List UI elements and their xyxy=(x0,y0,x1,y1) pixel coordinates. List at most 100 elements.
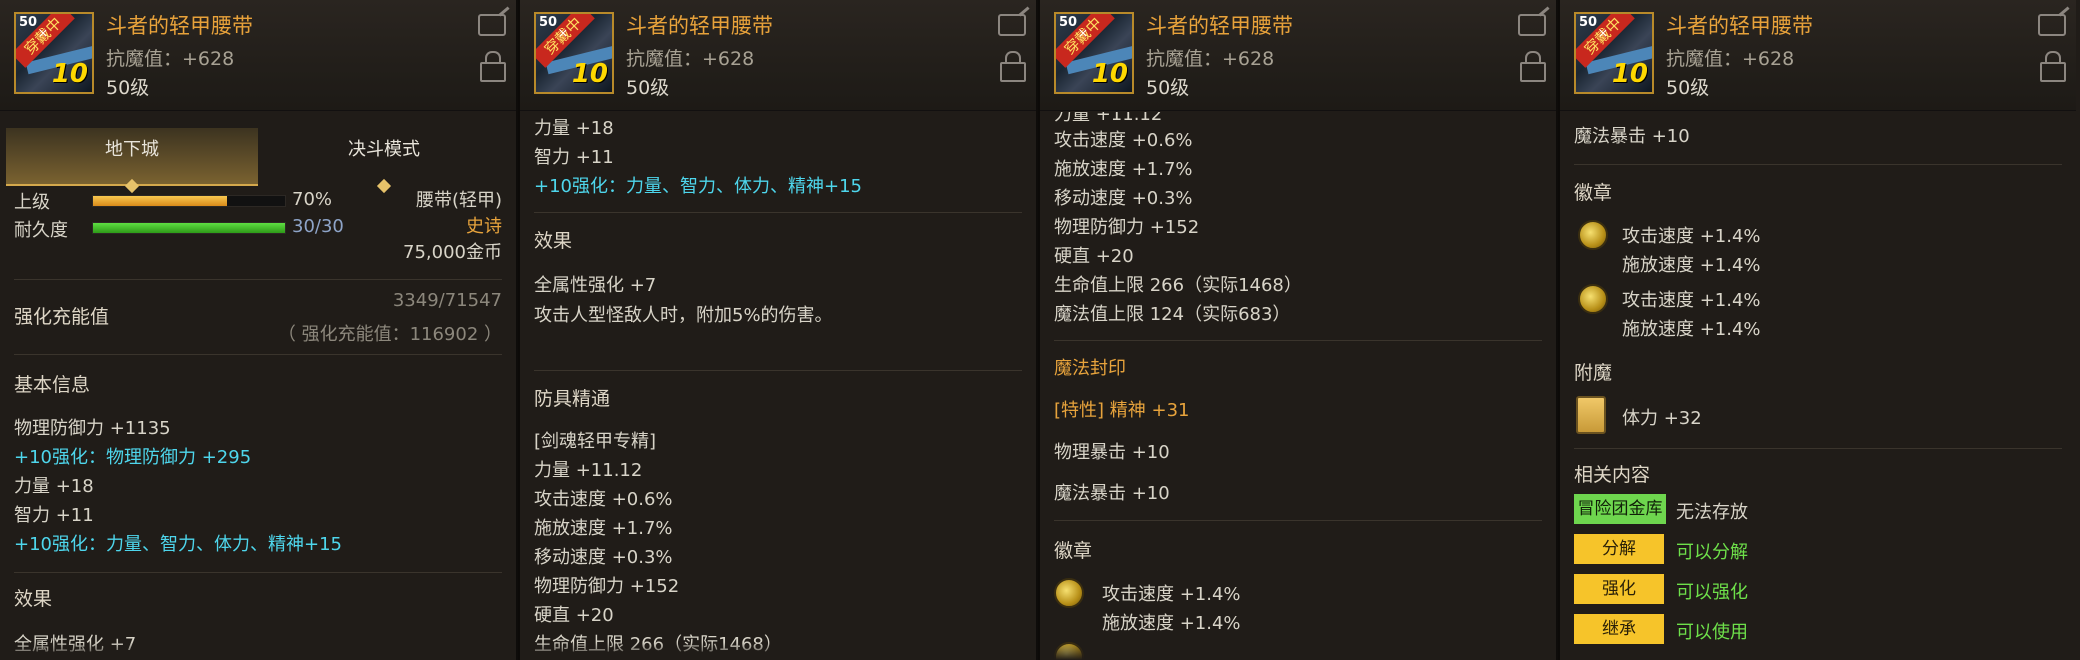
inherit-status: 可以使用 xyxy=(1676,622,1748,643)
tooltip-panel-4: 穿戴中 50 × 10 斗者的轻甲腰带 抗魔值：+628 50级 魔法暴击 +1… xyxy=(1560,0,2080,660)
mastery-line: 硬直 +20 xyxy=(534,605,614,626)
fade xyxy=(0,642,516,660)
item-title: 斗者的轻甲腰带 xyxy=(1146,14,1293,38)
guild-vault-button[interactable]: 冒险团金库 xyxy=(1574,494,1666,524)
item-level: 50级 xyxy=(1666,77,1710,99)
charge-value: 3349/71547 xyxy=(392,290,502,311)
item-icon[interactable]: 穿戴中 50 × 10 xyxy=(1054,12,1134,94)
durability-bar xyxy=(92,222,286,234)
disassemble-status: 可以分解 xyxy=(1676,542,1748,563)
item-level: 50级 xyxy=(626,77,670,99)
emblem-line: 施放速度 +1.4% xyxy=(1102,613,1241,634)
stat-line: 魔法暴击 +10 xyxy=(1574,126,1690,147)
charge-label: 强化充能值 xyxy=(14,306,110,328)
fade xyxy=(520,642,1036,660)
guild-vault-status: 无法存放 xyxy=(1676,502,1748,523)
mark-icon: × xyxy=(1598,26,1609,40)
seal-line: 魔法暴击 +10 xyxy=(1054,483,1170,504)
price: 75,000金币 xyxy=(403,242,502,263)
fade xyxy=(1040,642,1556,660)
stat-line: 物理防御力 +1135 xyxy=(14,418,171,439)
magic-resist: 抗魔值：+628 xyxy=(1666,48,1795,70)
tab-label: 地下城 xyxy=(105,139,159,160)
divider xyxy=(1574,448,2062,449)
magic-resist: 抗魔值：+628 xyxy=(1146,48,1275,70)
divider xyxy=(14,279,502,280)
item-icon[interactable]: 穿戴中 50 × 10 xyxy=(1574,12,1654,94)
enhance-button[interactable]: 强化 xyxy=(1574,574,1664,604)
stat-line: 魔法值上限 124（实际683） xyxy=(1054,304,1291,325)
panel-body: 地下城 决斗模式 上级 70% 耐久度 30/30 腰带(轻甲) 史诗 75,0… xyxy=(0,112,516,660)
share-icon[interactable] xyxy=(998,14,1026,36)
emblem-title: 徽章 xyxy=(1054,540,1093,562)
effect-title: 效果 xyxy=(534,230,573,252)
mastery-line: 移动速度 +0.3% xyxy=(534,547,673,568)
disassemble-button[interactable]: 分解 xyxy=(1574,534,1664,564)
stat-line: +10强化：物理防御力 +295 xyxy=(14,447,252,468)
grade-label: 上级 xyxy=(14,192,50,213)
related-title: 相关内容 xyxy=(1574,464,1651,486)
stat-line: 智力 +11 xyxy=(14,505,94,526)
emblem-icon[interactable] xyxy=(1578,220,1608,250)
item-icon[interactable]: 穿戴中 50 × 10 xyxy=(14,12,94,94)
enhance-status: 可以强化 xyxy=(1676,582,1748,603)
item-header: 穿戴中 50 × 10 斗者的轻甲腰带 抗魔值：+628 50级 xyxy=(1040,0,1556,111)
stat-line: 施放速度 +1.7% xyxy=(1054,159,1193,180)
stat-line-cut: 力量 +11.12 xyxy=(1054,112,1163,125)
enchant-card-icon[interactable] xyxy=(1576,396,1606,434)
stat-line: +10强化：力量、智力、体力、精神+15 xyxy=(534,176,862,197)
emblem-icon[interactable] xyxy=(1054,578,1084,608)
item-level: 50级 xyxy=(106,77,150,99)
tab-duel[interactable]: 决斗模式 xyxy=(258,128,510,194)
grade-bar xyxy=(92,195,286,207)
lock-icon[interactable] xyxy=(480,51,506,82)
effect-title: 效果 xyxy=(14,588,53,610)
seal-line: [特性] 精神 +31 xyxy=(1054,400,1190,421)
emblem-icon[interactable] xyxy=(1578,284,1608,314)
tooltip-panel-3: 穿戴中 50 × 10 斗者的轻甲腰带 抗魔值：+628 50级 力量 +11.… xyxy=(1040,0,1558,660)
divider xyxy=(14,354,502,355)
upgrade-level: 10 xyxy=(1611,59,1648,89)
divider xyxy=(534,370,1022,371)
grade-percent: 70% xyxy=(292,189,333,210)
panel-body: 力量 +11.12 攻击速度 +0.6% 施放速度 +1.7% 移动速度 +0.… xyxy=(1040,112,1556,660)
seal-title: 魔法封印 xyxy=(1054,358,1126,379)
item-header: 穿戴中 50 × 10 斗者的轻甲腰带 抗魔值：+628 50级 xyxy=(0,0,516,111)
stat-line: 物理防御力 +152 xyxy=(1054,217,1200,238)
item-title: 斗者的轻甲腰带 xyxy=(106,14,253,38)
upgrade-level: 10 xyxy=(571,59,608,89)
item-level: 50级 xyxy=(1146,77,1190,99)
lock-icon[interactable] xyxy=(1520,51,1546,82)
item-icon[interactable]: 穿戴中 50 × 10 xyxy=(534,12,614,94)
stat-line: 硬直 +20 xyxy=(1054,246,1134,267)
lock-icon[interactable] xyxy=(2040,51,2066,82)
share-icon[interactable] xyxy=(478,14,506,36)
divider xyxy=(14,572,502,573)
divider xyxy=(1054,520,1542,521)
level-badge: 50 xyxy=(1059,15,1078,30)
tooltip-panel-1: 穿戴中 50 × 10 斗者的轻甲腰带 抗魔值：+628 50级 地下城 决斗模… xyxy=(0,0,518,660)
mark-icon: × xyxy=(558,26,569,40)
panel-body: 力量 +18 智力 +11 +10强化：力量、智力、体力、精神+15 效果 全属… xyxy=(520,112,1036,660)
panel-body: 魔法暴击 +10 徽章 攻击速度 +1.4% 施放速度 +1.4% 攻击速度 +… xyxy=(1560,112,2076,660)
upgrade-level: 10 xyxy=(1091,59,1128,89)
effect-line: 全属性强化 +7 xyxy=(534,275,657,296)
magic-resist: 抗魔值：+628 xyxy=(626,48,755,70)
inherit-button[interactable]: 继承 xyxy=(1574,614,1664,644)
mastery-line: 施放速度 +1.7% xyxy=(534,518,673,539)
diamond-icon xyxy=(376,178,392,194)
charge-total: （ 强化充能值：116902 ） xyxy=(277,324,502,345)
emblem-line: 攻击速度 +1.4% xyxy=(1102,584,1241,605)
stat-line: 攻击速度 +0.6% xyxy=(1054,130,1193,151)
enchant-title: 附魔 xyxy=(1574,362,1613,384)
share-icon[interactable] xyxy=(1518,14,1546,36)
tab-dungeon[interactable]: 地下城 xyxy=(6,128,258,194)
tab-label: 决斗模式 xyxy=(348,139,420,160)
share-icon[interactable] xyxy=(2038,14,2066,36)
emblem-line: 施放速度 +1.4% xyxy=(1622,255,1761,276)
level-badge: 50 xyxy=(539,15,558,30)
stat-line: 生命值上限 266（实际1468） xyxy=(1054,275,1302,296)
lock-icon[interactable] xyxy=(1000,51,1026,82)
item-title: 斗者的轻甲腰带 xyxy=(1666,14,1813,38)
diamond-icon xyxy=(124,178,140,194)
